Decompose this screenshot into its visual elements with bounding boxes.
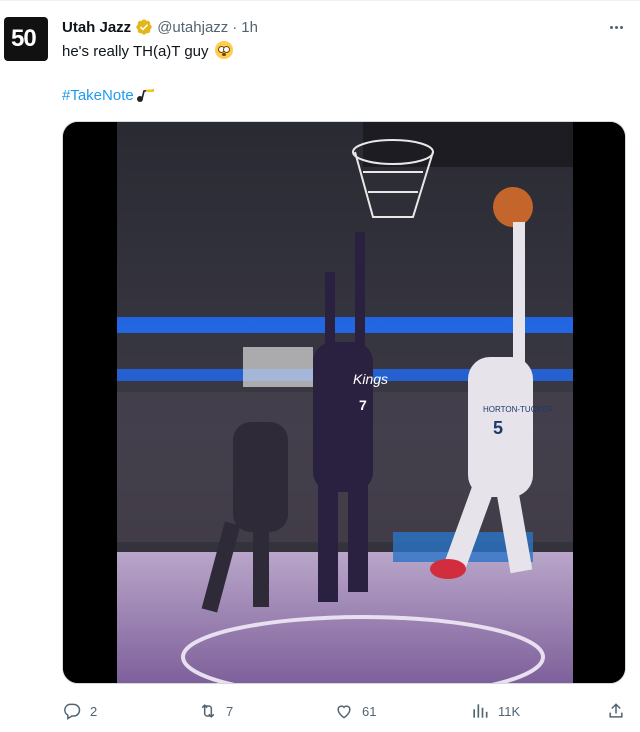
- retweet-count: 7: [226, 703, 234, 719]
- jersey-kings-text: Kings: [353, 371, 388, 387]
- views-count: 11K: [498, 703, 521, 719]
- share-button[interactable]: [606, 699, 626, 723]
- tweet-header: Utah Jazz @utahjazz · 1h: [62, 17, 258, 37]
- jazz-note-hashflag-icon: [136, 89, 154, 102]
- views-chart-icon: [473, 704, 488, 718]
- video-frame: Kings 7 HORTON-TUCKER 5: [63, 122, 625, 683]
- author-name[interactable]: Utah Jazz: [62, 19, 131, 36]
- tweet-text: he's really TH(a)T guy: [62, 41, 233, 62]
- views-button[interactable]: 11K: [470, 699, 520, 723]
- reply-icon: [64, 703, 81, 720]
- jersey-kings-number: 7: [359, 397, 367, 413]
- video-media[interactable]: Kings 7 HORTON-TUCKER 5: [62, 121, 626, 684]
- verified-badge-icon: [136, 19, 152, 35]
- avatar-logo-text: 50: [11, 25, 37, 52]
- action-bar: 2 7 61 11K: [62, 699, 630, 723]
- jersey-jazz-name: HORTON-TUCKER: [483, 405, 553, 414]
- more-dots-icon[interactable]: [606, 17, 626, 37]
- retweet-button[interactable]: 7: [198, 699, 233, 723]
- reply-button[interactable]: 2: [62, 699, 97, 723]
- share-icon: [609, 703, 623, 718]
- author-handle[interactable]: @utahjazz: [157, 19, 228, 36]
- tweet-card[interactable]: 50 Utah Jazz @utahjazz · 1h he's really …: [0, 0, 640, 732]
- hashtag-text[interactable]: #TakeNote: [62, 86, 134, 106]
- like-button[interactable]: 61: [334, 699, 376, 723]
- reply-count: 2: [90, 703, 98, 719]
- avatar[interactable]: 50: [4, 17, 48, 61]
- flushed-face-emoji-icon: [214, 41, 233, 59]
- tweet-text-content: he's really TH(a)T guy: [62, 43, 209, 60]
- timestamp[interactable]: 1h: [241, 19, 258, 36]
- like-count: 61: [362, 703, 377, 719]
- jersey-jazz-number: 5: [493, 418, 503, 438]
- heart-icon: [337, 705, 351, 719]
- hashtag-link[interactable]: #TakeNote: [62, 86, 156, 106]
- retweet-icon: [201, 704, 215, 718]
- separator-dot: ·: [232, 18, 238, 36]
